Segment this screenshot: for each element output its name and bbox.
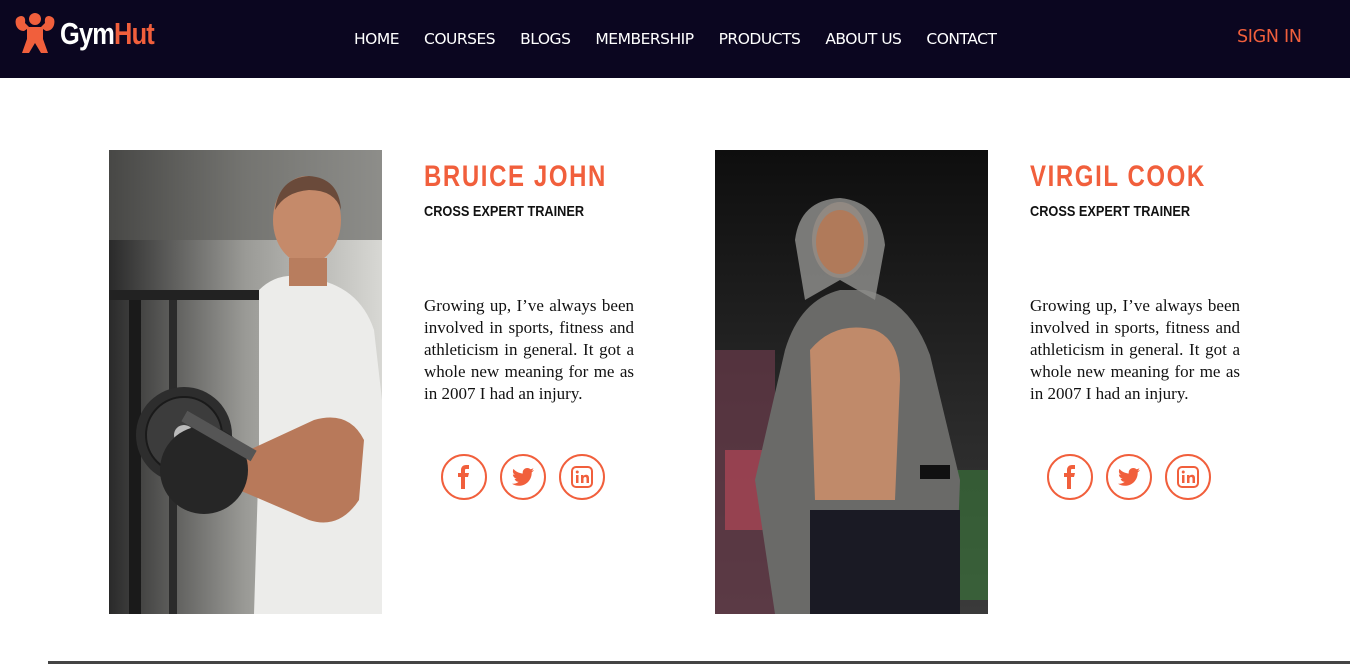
nav-home[interactable]: HOME bbox=[354, 30, 400, 48]
linkedin-icon bbox=[1177, 466, 1199, 488]
linkedin-link[interactable] bbox=[1165, 454, 1211, 500]
trainer-photo-bruice-john bbox=[109, 150, 382, 614]
twitter-icon bbox=[1118, 468, 1140, 486]
trainer-role: CROSS EXPERT TRAINER bbox=[1030, 203, 1191, 220]
twitter-link[interactable] bbox=[500, 454, 546, 500]
top-navbar: GymHut HOME COURSES BLOGS MEMBERSHIP PRO… bbox=[0, 0, 1350, 78]
nav-contact[interactable]: CONTACT bbox=[926, 30, 997, 48]
sign-in-link[interactable]: SIGN IN bbox=[1237, 27, 1302, 47]
linkedin-icon bbox=[571, 466, 593, 488]
facebook-icon bbox=[1064, 465, 1075, 489]
twitter-icon bbox=[512, 468, 534, 486]
twitter-link[interactable] bbox=[1106, 454, 1152, 500]
linkedin-link[interactable] bbox=[559, 454, 605, 500]
main-menu: HOME COURSES BLOGS MEMBERSHIP PRODUCTS A… bbox=[354, 0, 1021, 78]
brand-logo[interactable]: GymHut bbox=[12, 9, 175, 59]
trainer-bio: Growing up, I’ve always been involved in… bbox=[424, 296, 634, 403]
facebook-link[interactable] bbox=[1047, 454, 1093, 500]
nav-courses[interactable]: COURSES bbox=[424, 30, 496, 48]
nav-blogs[interactable]: BLOGS bbox=[520, 30, 571, 48]
facebook-icon bbox=[458, 465, 469, 489]
trainer-social-links bbox=[1047, 454, 1224, 500]
trainer-role: CROSS EXPERT TRAINER bbox=[424, 203, 585, 220]
nav-membership[interactable]: MEMBERSHIP bbox=[595, 30, 694, 48]
nav-about-us[interactable]: ABOUT US bbox=[825, 30, 902, 48]
nav-products[interactable]: PRODUCTS bbox=[719, 30, 801, 48]
trainer-name: VIRGIL COOK bbox=[1030, 160, 1206, 193]
brand-name: GymHut bbox=[60, 16, 155, 51]
facebook-link[interactable] bbox=[441, 454, 487, 500]
trainer-bio: Growing up, I’ve always been involved in… bbox=[1030, 296, 1240, 403]
trainer-name: BRUICE JOHN bbox=[424, 160, 607, 193]
trainer-social-links bbox=[441, 454, 618, 500]
strongman-icon bbox=[15, 13, 55, 53]
trainer-photo-virgil-cook bbox=[715, 150, 988, 614]
